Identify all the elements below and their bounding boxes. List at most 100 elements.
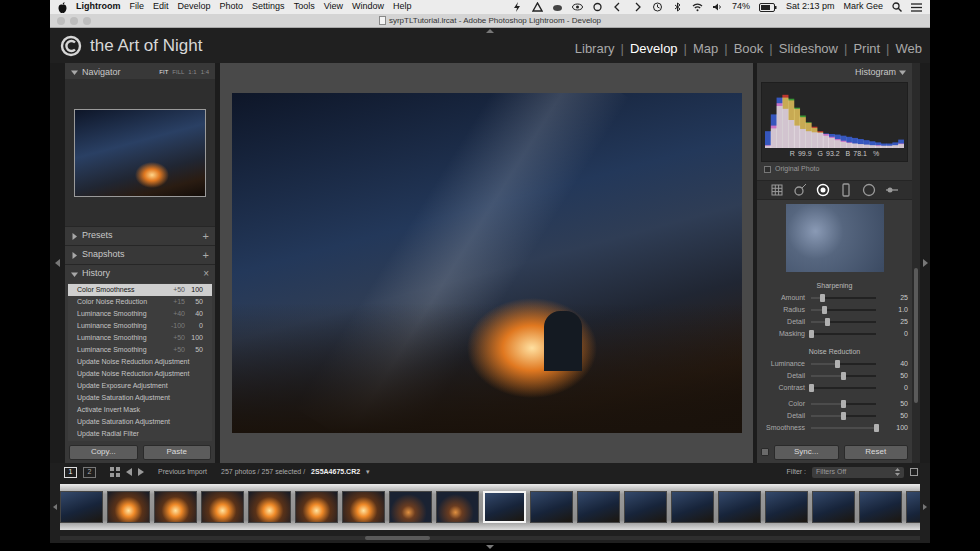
thumbnail[interactable] — [530, 491, 573, 523]
module-tab[interactable]: Library — [575, 39, 615, 59]
history-item[interactable]: Update Saturation Adjustment — [68, 392, 212, 404]
eye-icon[interactable] — [572, 2, 583, 12]
collapse-right-icon[interactable] — [923, 259, 928, 267]
search-icon[interactable] — [892, 2, 902, 12]
history-label[interactable]: Update Noise Reduction Adjustment — [77, 369, 203, 380]
clear-button[interactable]: × — [203, 269, 209, 279]
slider-thumb[interactable] — [820, 294, 825, 302]
slider-value[interactable]: 1.0 — [882, 305, 908, 316]
history-label[interactable]: Update Saturation Adjustment — [77, 393, 203, 404]
window-buttons-icon[interactable] — [56, 16, 96, 26]
thumbnail[interactable] — [107, 491, 150, 523]
panel-header[interactable]: Snapshots + — [65, 245, 215, 264]
slider-track[interactable] — [811, 363, 876, 365]
photo[interactable] — [232, 93, 742, 433]
app-menu[interactable]: Lightroom — [76, 0, 121, 14]
module-tab[interactable]: Map — [693, 39, 718, 59]
module-tab[interactable]: Book — [734, 39, 764, 59]
history-item[interactable]: Luminance Smoothing-1000 — [68, 320, 212, 332]
slider-value[interactable]: 0 — [882, 383, 908, 394]
thumbnail[interactable] — [906, 491, 920, 523]
history-item[interactable]: Color Smoothness+50100 — [68, 284, 212, 296]
slider-track[interactable] — [811, 415, 876, 417]
menu-item[interactable]: Settings — [252, 0, 285, 14]
slider-track[interactable] — [811, 387, 876, 389]
slider-track[interactable] — [811, 403, 876, 405]
thumbnail[interactable] — [859, 491, 902, 523]
thumbnail[interactable] — [201, 491, 244, 523]
history-item[interactable]: Luminance Smoothing+5050 — [68, 344, 212, 356]
copy-button[interactable]: Copy... — [69, 445, 138, 460]
menu-item[interactable]: Help — [393, 0, 412, 14]
panel-header[interactable]: Presets+ — [65, 226, 215, 245]
menu-item[interactable]: View — [324, 0, 343, 14]
thumbnail[interactable] — [812, 491, 855, 523]
battery-icon[interactable] — [759, 3, 777, 12]
thumbnail[interactable] — [624, 491, 667, 523]
file-menu[interactable]: ▾ — [366, 467, 370, 478]
thumbnail[interactable] — [295, 491, 338, 523]
checkbox-label[interactable]: Original Photo — [775, 164, 819, 175]
add-button[interactable]: + — [203, 250, 209, 261]
history-label[interactable]: Color Noise Reduction — [77, 297, 167, 308]
adobe-icon[interactable] — [532, 2, 543, 12]
crop-tool-icon[interactable] — [770, 183, 784, 197]
forward-icon[interactable] — [632, 2, 643, 12]
zoom-option[interactable]: 1:4 — [201, 68, 209, 77]
disclosure-icon[interactable] — [71, 69, 78, 76]
scroll-right-icon[interactable] — [923, 504, 927, 510]
menu-item[interactable]: Edit — [153, 0, 169, 14]
slider-value[interactable]: 0 — [882, 329, 908, 340]
original-photo-checkbox[interactable] — [764, 166, 771, 173]
module-tab[interactable]: Slideshow — [779, 39, 838, 59]
collapse-left-icon[interactable] — [55, 259, 60, 267]
zoom-option[interactable]: FIT — [159, 68, 168, 77]
thumbnail[interactable] — [154, 491, 197, 523]
module-tab[interactable]: Print — [853, 39, 880, 59]
menu-item[interactable]: Develop — [178, 0, 211, 14]
slider-value[interactable]: 25 — [882, 317, 908, 328]
collapse-bottom-icon[interactable] — [486, 545, 494, 549]
sync-toggle[interactable] — [761, 448, 769, 456]
panel-scrollbar[interactable] — [912, 63, 920, 463]
thumbnail[interactable] — [577, 491, 620, 523]
timemachine-icon[interactable] — [652, 2, 663, 12]
history-item[interactable]: Update Noise Reduction Adjustment — [68, 356, 212, 368]
slider-value[interactable]: 50 — [882, 399, 908, 410]
panel-title[interactable]: Snapshots — [82, 248, 125, 262]
apple-icon[interactable] — [58, 2, 67, 13]
slider-thumb[interactable] — [841, 372, 846, 380]
dropdown-icon[interactable] — [895, 468, 900, 476]
history-label[interactable]: Luminance Smoothing — [77, 333, 167, 344]
navigator-preview[interactable] — [74, 109, 206, 197]
history-item[interactable]: Update Radial Filter — [68, 428, 212, 440]
view-button[interactable]: 1 — [64, 467, 77, 478]
history-label[interactable]: Update Noise Reduction Adjustment — [77, 357, 203, 368]
disclosure-icon[interactable] — [899, 69, 906, 76]
history-item[interactable]: Update Noise Reduction Adjustment — [68, 368, 212, 380]
module-tab[interactable]: Web — [896, 39, 923, 59]
user-menu[interactable]: Mark Gee — [843, 0, 883, 14]
clock[interactable]: Sat 2:13 pm — [786, 0, 835, 14]
zoom-option[interactable]: 1:1 — [188, 68, 196, 77]
slider-value[interactable]: 50 — [882, 371, 908, 382]
source-label[interactable]: Previous Import — [158, 467, 207, 478]
radial-tool-icon[interactable] — [862, 183, 876, 197]
filter-value[interactable]: Filters Off — [816, 467, 846, 478]
slider-thumb[interactable] — [822, 306, 827, 314]
slider-track[interactable] — [811, 375, 876, 377]
spot-tool-icon[interactable] — [793, 183, 807, 197]
histogram-header[interactable]: Histogram — [757, 66, 912, 79]
filter-lock-icon[interactable] — [910, 468, 918, 476]
slider-thumb[interactable] — [809, 384, 814, 392]
bolt-icon[interactable] — [512, 2, 523, 12]
history-label[interactable]: Activate Invert Mask — [77, 405, 203, 416]
histogram-chart[interactable] — [765, 88, 904, 148]
slider-thumb[interactable] — [835, 360, 840, 368]
history-item[interactable]: Activate Invert Mask — [68, 404, 212, 416]
back-icon[interactable] — [126, 468, 132, 476]
scroll-handle[interactable] — [914, 268, 918, 403]
grid-icon[interactable] — [110, 467, 120, 477]
panel-title[interactable]: Presets — [82, 229, 113, 243]
menu-item[interactable]: Window — [352, 0, 384, 14]
